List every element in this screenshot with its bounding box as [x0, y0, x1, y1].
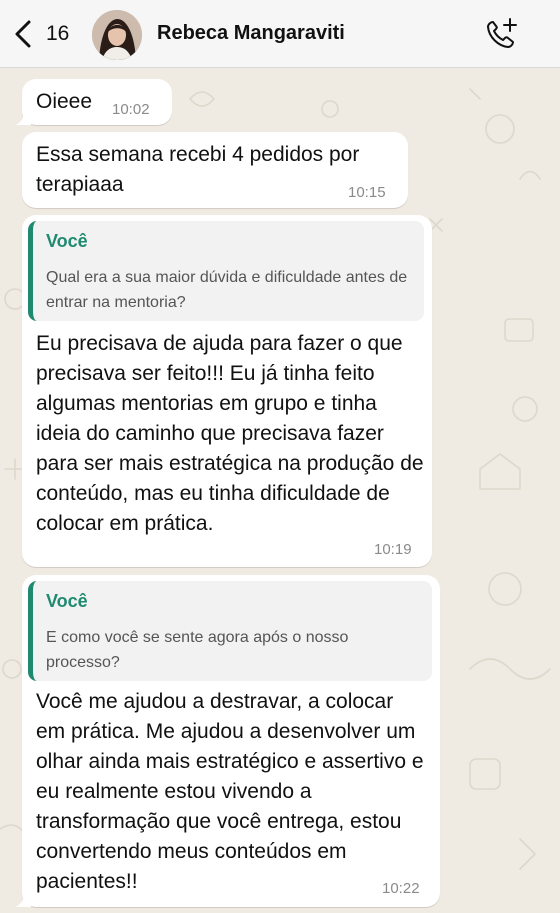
message-time: 10:02: [112, 101, 150, 118]
message-time: 10:22: [382, 880, 420, 897]
message-text: Oieee: [36, 90, 93, 113]
quote-text: E como você se sente agora após o nosso …: [46, 629, 349, 671]
chevron-left-icon: [14, 18, 36, 50]
message-time: 10:19: [374, 541, 412, 558]
message-bubble-1[interactable]: Oieee 10:02: [15, 79, 172, 125]
quoted-message[interactable]: Você E como você se sente agora após o n…: [28, 581, 432, 681]
message-text: Você me ajudou a destravar, a colocar em…: [36, 690, 424, 893]
message-text: Essa semana recebi 4 pedidos por terapia…: [36, 143, 360, 196]
bubble-tail: [15, 889, 31, 907]
message-text: Eu precisava de ajuda para fazer o que p…: [36, 332, 424, 535]
quoted-message[interactable]: Você Qual era a sua maior dúvida e dific…: [28, 221, 424, 321]
chat-header: 16 Rebeca Mangaraviti: [0, 0, 560, 68]
quote-author: Você: [46, 231, 88, 251]
phone-add-icon: [487, 18, 517, 48]
quote-author: Você: [46, 591, 88, 611]
unread-count: 16: [46, 22, 70, 45]
quote-text: Qual era a sua maior dúvida e dificuldad…: [46, 269, 408, 311]
contact-avatar[interactable]: [92, 10, 142, 60]
message-time: 10:15: [348, 184, 386, 201]
message-bubble-2[interactable]: Essa semana recebi 4 pedidos por terapia…: [22, 132, 408, 208]
bubble-tail: [15, 107, 31, 125]
message-bubble-4[interactable]: Você E como você se sente agora após o n…: [15, 575, 440, 907]
back-button[interactable]: 16: [14, 18, 69, 50]
call-add-button[interactable]: [484, 16, 520, 52]
message-bubble-3[interactable]: Você Qual era a sua maior dúvida e dific…: [22, 215, 432, 567]
chat-area: Oieee 10:02 Essa semana recebi 4 pedidos…: [0, 69, 560, 913]
contact-name[interactable]: Rebeca Mangaraviti: [157, 22, 345, 45]
